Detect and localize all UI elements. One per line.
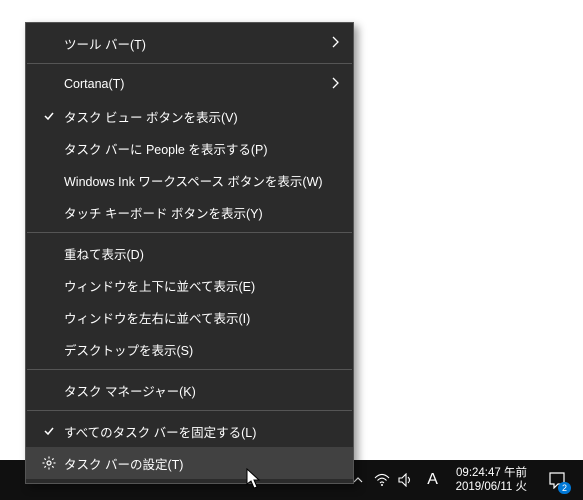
menu-lock-all-taskbars[interactable]: すべてのタスク バーを固定する(L) — [26, 415, 353, 447]
menu-sidebyside-windows[interactable]: ウィンドウを左右に並べて表示(I) — [26, 301, 353, 333]
clock-time: 09:24:47 午前 — [456, 466, 527, 480]
menu-label: タッチ キーボード ボタンを表示(Y) — [64, 203, 339, 222]
menu-label: ウィンドウを左右に並べて表示(I) — [64, 308, 339, 327]
separator — [27, 63, 352, 64]
separator — [27, 369, 352, 370]
menu-label: Windows Ink ワークスペース ボタンを表示(W) — [64, 171, 339, 190]
menu-label: ツール バー(T) — [64, 34, 331, 53]
menu-label: タスク バーに People を表示する(P) — [64, 139, 339, 158]
menu-stack-windows[interactable]: ウィンドウを上下に並べて表示(E) — [26, 269, 353, 301]
menu-label: 重ねて表示(D) — [64, 244, 339, 263]
menu-show-ink-workspace[interactable]: Windows Ink ワークスペース ボタンを表示(W) — [26, 164, 353, 196]
system-tray: A 09:24:47 午前 2019/06/11 火 2 — [346, 460, 583, 500]
submenu-arrow-icon — [331, 35, 339, 51]
menu-label: デスクトップを表示(S) — [64, 340, 339, 359]
menu-label: タスク バーの設定(T) — [64, 454, 339, 473]
checkmark-icon — [40, 110, 58, 122]
ime-mode: A — [427, 471, 438, 489]
clock-date: 2019/06/11 火 — [456, 480, 527, 494]
submenu-arrow-icon — [331, 76, 339, 92]
menu-show-taskview-button[interactable]: タスク ビュー ボタンを表示(V) — [26, 100, 353, 132]
separator — [27, 232, 352, 233]
menu-show-people[interactable]: タスク バーに People を表示する(P) — [26, 132, 353, 164]
menu-toolbars[interactable]: ツール バー(T) — [26, 27, 353, 59]
menu-label: タスク ビュー ボタンを表示(V) — [64, 107, 339, 126]
menu-cortana[interactable]: Cortana(T) — [26, 68, 353, 100]
menu-label: ウィンドウを上下に並べて表示(E) — [64, 276, 339, 295]
taskbar-context-menu: ツール バー(T) Cortana(T) タスク ビュー ボタンを表示(V) タ… — [25, 22, 354, 484]
gear-icon — [40, 456, 58, 470]
checkmark-icon — [40, 425, 58, 437]
menu-cascade-windows[interactable]: 重ねて表示(D) — [26, 237, 353, 269]
menu-show-desktop[interactable]: デスクトップを表示(S) — [26, 333, 353, 365]
menu-taskbar-settings[interactable]: タスク バーの設定(T) — [26, 447, 353, 479]
volume-icon[interactable] — [394, 460, 418, 500]
action-center-icon[interactable]: 2 — [535, 460, 579, 500]
menu-show-touch-keyboard[interactable]: タッチ キーボード ボタンを表示(Y) — [26, 196, 353, 228]
menu-task-manager[interactable]: タスク マネージャー(K) — [26, 374, 353, 406]
menu-label: Cortana(T) — [64, 77, 331, 91]
menu-label: タスク マネージャー(K) — [64, 381, 339, 400]
wifi-icon[interactable] — [370, 460, 394, 500]
ime-indicator[interactable]: A — [418, 460, 448, 500]
menu-label: すべてのタスク バーを固定する(L) — [64, 422, 339, 441]
separator — [27, 410, 352, 411]
clock[interactable]: 09:24:47 午前 2019/06/11 火 — [448, 460, 535, 500]
notification-badge: 2 — [558, 482, 571, 494]
